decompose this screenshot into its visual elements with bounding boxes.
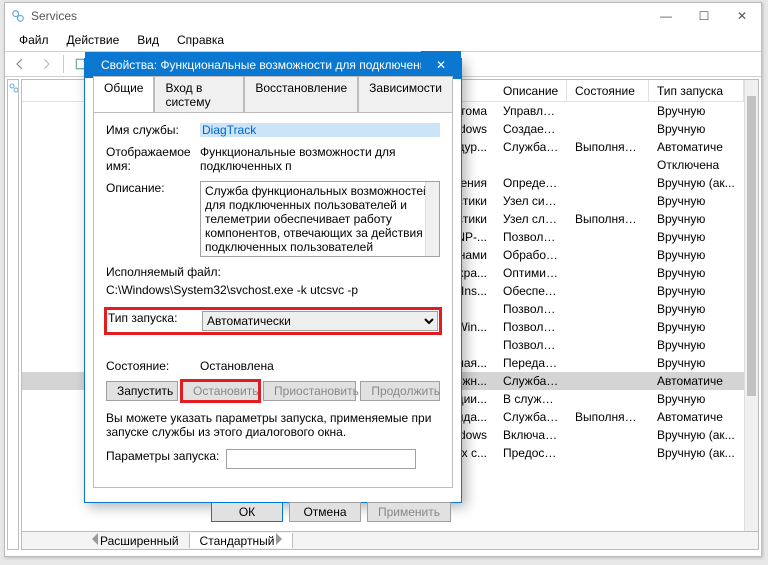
- menu-help[interactable]: Справка: [169, 31, 232, 49]
- bottom-tabs: Расширенный Стандартный: [21, 532, 759, 550]
- maximize-button[interactable]: ☐: [685, 3, 723, 29]
- resume-button: Продолжить: [360, 381, 440, 401]
- dialog-tabs: Общие Вход в систему Восстановление Зави…: [85, 71, 461, 112]
- properties-dialog: Свойства: Функциональные возможности для…: [84, 58, 462, 503]
- close-button[interactable]: ✕: [723, 3, 761, 29]
- dialog-title: Свойства: Функциональные возможности для…: [101, 58, 429, 72]
- menubar: Файл Действие Вид Справка: [5, 29, 761, 51]
- tab-extended[interactable]: Расширенный: [82, 533, 190, 548]
- label-params: Параметры запуска:: [106, 449, 226, 463]
- menu-action[interactable]: Действие: [59, 31, 128, 49]
- tree-pane[interactable]: [7, 79, 19, 550]
- list-scrollbar[interactable]: [744, 80, 758, 531]
- forward-button[interactable]: [35, 54, 57, 74]
- label-startup-type: Тип запуска:: [108, 311, 202, 325]
- value-state: Остановлена: [200, 359, 440, 373]
- cancel-button[interactable]: Отмена: [289, 502, 361, 522]
- col-description[interactable]: Описание: [495, 80, 567, 101]
- tab-recovery[interactable]: Восстановление: [244, 76, 358, 113]
- launch-params-input[interactable]: [226, 449, 416, 469]
- dialog-body: Имя службы: DiagTrack Отображаемое имя: …: [93, 112, 453, 488]
- help-text: Вы можете указать параметры запуска, при…: [106, 411, 440, 439]
- menu-view[interactable]: Вид: [129, 31, 167, 49]
- dialog-footer: ОК Отмена Применить: [85, 496, 461, 532]
- back-button[interactable]: [9, 54, 31, 74]
- label-service-name: Имя службы:: [106, 123, 200, 137]
- startup-type-select[interactable]: Автоматически: [202, 311, 438, 331]
- minimize-button[interactable]: —: [647, 3, 685, 29]
- col-type[interactable]: Тип запуска: [649, 80, 744, 101]
- tab-logon[interactable]: Вход в систему: [154, 76, 244, 113]
- apply-button: Применить: [367, 502, 451, 522]
- gears-icon: [11, 9, 25, 23]
- ok-button[interactable]: ОК: [211, 502, 283, 522]
- label-display-name: Отображаемое имя:: [106, 145, 200, 173]
- label-exec: Исполняемый файл:: [106, 265, 440, 279]
- start-button[interactable]: Запустить: [106, 381, 178, 401]
- separator: [63, 55, 64, 73]
- col-state[interactable]: Состояние: [567, 80, 649, 101]
- stop-button: Остановить: [182, 381, 259, 401]
- services-tree-root[interactable]: [8, 80, 19, 97]
- value-service-name[interactable]: DiagTrack: [200, 123, 440, 137]
- value-description[interactable]: Служба функциональных возможностей для п…: [200, 181, 440, 257]
- value-exec: C:\Windows\System32\svchost.exe -k utcsv…: [106, 283, 440, 297]
- tab-standard[interactable]: Стандартный: [190, 533, 294, 548]
- label-description: Описание:: [106, 181, 200, 195]
- window-title: Services: [31, 9, 647, 23]
- description-scrollbar[interactable]: [425, 182, 439, 256]
- label-state: Состояние:: [106, 359, 200, 373]
- menu-file[interactable]: Файл: [11, 31, 57, 49]
- pause-button: Приостановить: [263, 381, 356, 401]
- titlebar: Services — ☐ ✕: [5, 3, 761, 29]
- dialog-titlebar: Свойства: Функциональные возможности для…: [85, 59, 461, 71]
- tab-general[interactable]: Общие: [93, 76, 154, 113]
- tab-dependencies[interactable]: Зависимости: [358, 76, 453, 113]
- value-display-name: Функциональные возможности для подключен…: [200, 145, 440, 173]
